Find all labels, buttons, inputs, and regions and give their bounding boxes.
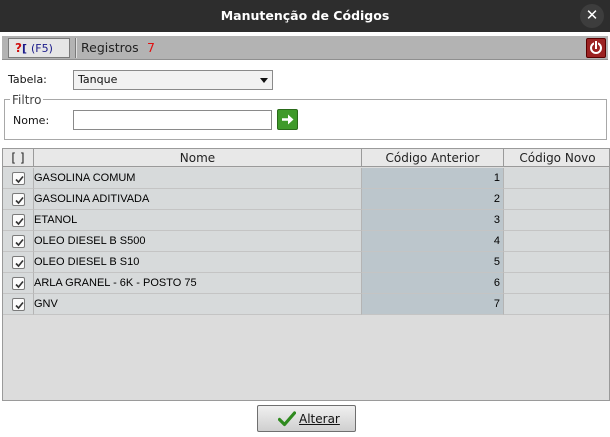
- check-icon: [15, 301, 24, 310]
- cell-nome: GNV: [34, 294, 362, 315]
- cell-codigo-anterior: 1: [362, 168, 504, 189]
- row-checkbox[interactable]: [12, 256, 25, 269]
- row-checkbox-cell: [3, 273, 34, 294]
- registros-label: Registros: [81, 40, 139, 55]
- cell-nome: ETANOL: [34, 210, 362, 231]
- header-select-all[interactable]: [ ]: [3, 149, 34, 167]
- cell-codigo-anterior: 6: [362, 273, 504, 294]
- cell-codigo-novo[interactable]: [504, 231, 609, 252]
- power-button[interactable]: [586, 38, 606, 58]
- help-shortcut: (F5): [31, 42, 53, 55]
- check-icon: [15, 259, 24, 268]
- row-checkbox-cell: [3, 231, 34, 252]
- help-button[interactable]: ?[ (F5): [8, 38, 70, 58]
- cell-codigo-novo[interactable]: [504, 168, 609, 189]
- cell-nome: OLEO DIESEL B S500: [34, 231, 362, 252]
- filtro-title: Filtro: [10, 93, 44, 107]
- row-checkbox-cell: [3, 294, 34, 315]
- table-row[interactable]: GASOLINA COMUM 1: [3, 168, 609, 189]
- cell-codigo-novo[interactable]: [504, 189, 609, 210]
- help-icon: ?: [15, 41, 22, 55]
- cell-codigo-novo[interactable]: [504, 273, 609, 294]
- row-checkbox-cell: [3, 252, 34, 273]
- row-checkbox[interactable]: [12, 235, 25, 248]
- check-icon: [15, 217, 24, 226]
- row-checkbox[interactable]: [12, 172, 25, 185]
- row-checkbox-cell: [3, 210, 34, 231]
- chevron-down-icon: [260, 78, 268, 83]
- row-checkbox[interactable]: [12, 193, 25, 206]
- row-checkbox[interactable]: [12, 298, 25, 311]
- table-row[interactable]: ETANOL 3: [3, 210, 609, 231]
- close-button[interactable]: ✕: [580, 4, 604, 28]
- alterar-label: Alterar: [299, 412, 340, 426]
- row-checkbox-cell: [3, 168, 34, 189]
- cell-codigo-anterior: 4: [362, 231, 504, 252]
- arrow-right-icon: [282, 114, 294, 125]
- cell-nome: GASOLINA COMUM: [34, 168, 362, 189]
- cell-nome: ARLA GRANEL - 6K - POSTO 75: [34, 273, 362, 294]
- row-checkbox[interactable]: [12, 277, 25, 290]
- checkmark-icon: [278, 411, 296, 427]
- cell-codigo-novo[interactable]: [504, 210, 609, 231]
- dialog-window: ?[ (F5) Registros 7 Tabela: Tanque Filtro…: [0, 32, 610, 437]
- codes-grid[interactable]: [ ] Nome Código Anterior Código Novo GAS…: [2, 148, 610, 401]
- header-codigo-novo[interactable]: Código Novo: [504, 149, 609, 167]
- table-row[interactable]: GNV 7: [3, 294, 609, 315]
- cell-codigo-anterior: 5: [362, 252, 504, 273]
- table-row[interactable]: OLEO DIESEL B S10 5: [3, 252, 609, 273]
- cell-nome: GASOLINA ADITIVADA: [34, 189, 362, 210]
- cell-codigo-novo[interactable]: [504, 294, 609, 315]
- header-codigo-anterior[interactable]: Código Anterior: [362, 149, 504, 167]
- table-row[interactable]: OLEO DIESEL B S500 4: [3, 231, 609, 252]
- tabela-select[interactable]: Tanque: [73, 70, 273, 90]
- power-icon-bar: [595, 41, 597, 49]
- alterar-button[interactable]: Alterar: [257, 405, 356, 432]
- toolbar-separator: [75, 38, 77, 58]
- check-icon: [15, 196, 24, 205]
- help-bracket-icon: [: [21, 42, 27, 55]
- cell-codigo-anterior: 7: [362, 294, 504, 315]
- row-checkbox[interactable]: [12, 214, 25, 227]
- table-row[interactable]: GASOLINA ADITIVADA 2: [3, 189, 609, 210]
- cell-codigo-anterior: 3: [362, 210, 504, 231]
- table-row[interactable]: ARLA GRANEL - 6K - POSTO 75 6: [3, 273, 609, 294]
- nome-input[interactable]: [73, 110, 272, 130]
- cell-nome: OLEO DIESEL B S10: [34, 252, 362, 273]
- tabela-select-value: Tanque: [78, 73, 118, 86]
- check-icon: [15, 280, 24, 289]
- cell-codigo-novo[interactable]: [504, 252, 609, 273]
- title-bar: Manutenção de Códigos ✕: [0, 0, 610, 32]
- nome-label: Nome:: [13, 114, 50, 127]
- registros-count: 7: [147, 40, 155, 55]
- window-title: Manutenção de Códigos: [220, 8, 390, 23]
- toolbar: ?[ (F5) Registros 7: [2, 36, 608, 60]
- header-nome[interactable]: Nome: [34, 149, 362, 167]
- cell-codigo-anterior: 2: [362, 189, 504, 210]
- search-button[interactable]: [277, 109, 298, 130]
- tabela-label: Tabela:: [8, 73, 47, 86]
- grid-header: [ ] Nome Código Anterior Código Novo: [3, 149, 609, 167]
- row-checkbox-cell: [3, 189, 34, 210]
- check-icon: [15, 175, 24, 184]
- check-icon: [15, 238, 24, 247]
